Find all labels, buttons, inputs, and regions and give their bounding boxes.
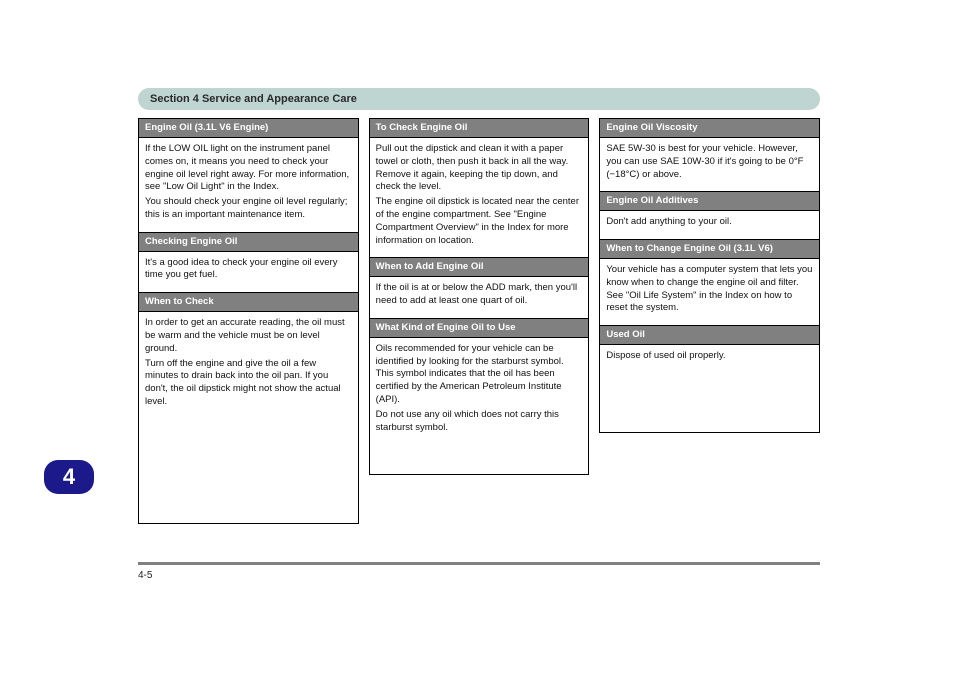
paragraph: Your vehicle has a computer system that … <box>606 264 813 315</box>
paragraph: If the LOW OIL light on the instrument p… <box>145 143 352 194</box>
body-text: It's a good idea to check your engine oi… <box>139 252 358 293</box>
subheading: When to Check <box>139 292 358 312</box>
subheading: Engine Oil (3.1L V6 Engine) <box>139 119 358 138</box>
column-3: Engine Oil Viscosity SAE 5W-30 is best f… <box>599 118 820 433</box>
paragraph: In order to get an accurate reading, the… <box>145 317 352 355</box>
body-text: Don't add anything to your oil. <box>600 211 819 239</box>
paragraph: Pull out the dipstick and clean it with … <box>376 143 583 194</box>
body-text: Oils recommended for your vehicle can be… <box>370 338 589 445</box>
columns-container: Engine Oil (3.1L V6 Engine) If the LOW O… <box>138 118 820 524</box>
subheading: What Kind of Engine Oil to Use <box>370 318 589 338</box>
footer-divider <box>138 562 820 565</box>
section-number: 4 <box>63 464 75 490</box>
page-content: Section 4 Service and Appearance Care En… <box>138 88 820 524</box>
paragraph: The engine oil dipstick is located near … <box>376 196 583 247</box>
column-1: Engine Oil (3.1L V6 Engine) If the LOW O… <box>138 118 359 524</box>
paragraph: Turn off the engine and give the oil a f… <box>145 358 352 409</box>
body-text: If the oil is at or below the ADD mark, … <box>370 277 589 318</box>
body-text: In order to get an accurate reading, the… <box>139 312 358 419</box>
subheading: When to Add Engine Oil <box>370 257 589 277</box>
paragraph: If the oil is at or below the ADD mark, … <box>376 282 583 308</box>
body-text: Pull out the dipstick and clean it with … <box>370 138 589 258</box>
body-text: SAE 5W-30 is best for your vehicle. Howe… <box>600 138 819 191</box>
subheading: Used Oil <box>600 325 819 345</box>
body-text: Dispose of used oil properly. <box>600 345 819 373</box>
paragraph: Oils recommended for your vehicle can be… <box>376 343 583 407</box>
subheading: Checking Engine Oil <box>139 232 358 252</box>
page-number: 4-5 <box>138 570 152 581</box>
subheading: Engine Oil Additives <box>600 191 819 211</box>
paragraph: Do not use any oil which does not carry … <box>376 409 583 435</box>
subheading: To Check Engine Oil <box>370 119 589 138</box>
subheading: Engine Oil Viscosity <box>600 119 819 138</box>
page-footer: 4-5 <box>138 570 820 581</box>
paragraph: Dispose of used oil properly. <box>606 350 813 363</box>
paragraph: You should check your engine oil level r… <box>145 196 352 222</box>
manual-page: 4 Section 4 Service and Appearance Care … <box>0 0 954 673</box>
section-number-tab: 4 <box>44 460 94 494</box>
paragraph: It's a good idea to check your engine oi… <box>145 257 352 283</box>
paragraph: Don't add anything to your oil. <box>606 216 813 229</box>
column-2: To Check Engine Oil Pull out the dipstic… <box>369 118 590 475</box>
section-header: Section 4 Service and Appearance Care <box>138 88 820 110</box>
body-text: Your vehicle has a computer system that … <box>600 259 819 325</box>
body-text: If the LOW OIL light on the instrument p… <box>139 138 358 232</box>
paragraph: SAE 5W-30 is best for your vehicle. Howe… <box>606 143 813 181</box>
subheading: When to Change Engine Oil (3.1L V6) <box>600 239 819 259</box>
